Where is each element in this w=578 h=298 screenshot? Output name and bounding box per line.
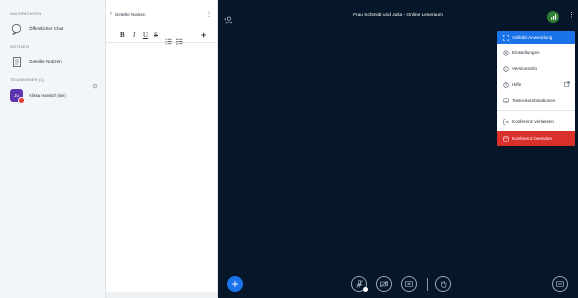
info-icon [502,65,510,72]
notes-back-button[interactable]: ‹ Geteilte Notizen [110,11,146,17]
actions-plus-button[interactable]: + [227,276,243,292]
controls-divider [427,278,428,291]
menu-item-label: Versionsinfo [512,66,538,71]
menu-item-label: Hilfe [512,82,522,87]
menu-item-version-info[interactable]: Versionsinfo [497,62,575,75]
keyboard-icon [502,98,510,103]
menu-item-label: Konferenz beenden [512,136,553,141]
ordered-list-icon[interactable] [165,32,172,45]
menu-item-label: Konferenz verlassen [512,119,554,124]
italic-button[interactable]: I [133,31,135,39]
webcam-button[interactable] [376,276,392,292]
raise-hand-button[interactable] [435,276,451,292]
chevron-left-icon: ‹ [110,11,112,17]
meeting-title: Frau Schmidt und Julia - Online Leseraum [353,13,443,18]
menu-item-help[interactable]: Hilfe [497,78,575,91]
user-list-sidebar: NACHRICHTEN Öffentlicher Chat NOTIZEN Ge… [0,0,106,298]
menu-item-fullscreen[interactable]: Vollbild-Anwendung [497,31,575,44]
messages-section-title: NACHRICHTEN [10,11,42,16]
notes-icon [10,55,23,68]
participant-item[interactable]: Ju Alissa Hanisch (sie) [10,89,66,104]
add-icon[interactable]: + [201,30,206,40]
shared-notes-item[interactable]: Geteilte Notizen [10,55,62,68]
menu-item-end-conference[interactable]: Konferenz beenden [497,131,575,146]
bold-button[interactable]: B [120,31,125,39]
more-vertical-icon[interactable]: ⋮ [206,11,212,18]
strikethrough-button[interactable]: S [154,31,158,39]
share-screen-button[interactable] [401,276,417,292]
notes-footer [106,292,217,298]
logout-icon [502,118,510,125]
settings-icon [502,49,510,56]
menu-item-label: Vollbild-Anwendung [512,35,553,40]
fullscreen-icon [502,34,510,41]
notes-section-title: NOTIZEN [10,44,29,49]
public-chat-label: Öffentlicher Chat [29,26,64,31]
menu-item-shortcuts[interactable]: Tastenkombinationen [497,94,575,107]
connection-status-icon[interactable] [547,11,559,23]
participants-section-title: TEILNEHMER (1) [10,77,45,82]
status-badge [18,97,25,104]
unordered-list-icon[interactable] [176,32,183,45]
options-menu-icon[interactable]: ⋮ [568,11,575,19]
options-dropdown-menu: Vollbild-Anwendung Einstellungen Version… [497,31,575,146]
participant-name: Alissa Hanisch (sie) [29,93,66,98]
menu-divider [497,110,575,111]
avatar: Ju [10,89,25,104]
menu-item-label: Einstellungen [512,50,540,55]
end-conference-icon [502,136,510,142]
menu-item-leave-conference[interactable]: Konferenz verlassen [497,115,575,128]
participants-settings-icon[interactable] [92,76,98,89]
menu-item-label: Tastenkombinationen [512,98,556,103]
shared-notes-panel: ‹ Geteilte Notizen ⋮ B I U S + [106,0,218,298]
help-icon [502,81,510,88]
public-chat-item[interactable]: Öffentlicher Chat [10,22,63,35]
external-link-icon [564,81,570,88]
presentation-toggle-button[interactable] [552,276,568,292]
underline-button[interactable]: U [143,31,148,39]
notes-editor[interactable] [106,43,217,290]
shared-notes-label: Geteilte Notizen [29,59,62,64]
chat-icon [10,22,23,35]
notes-title: Geteilte Notizen [115,11,146,17]
menu-item-settings[interactable]: Einstellungen [497,46,575,59]
audio-indicator [363,287,368,292]
